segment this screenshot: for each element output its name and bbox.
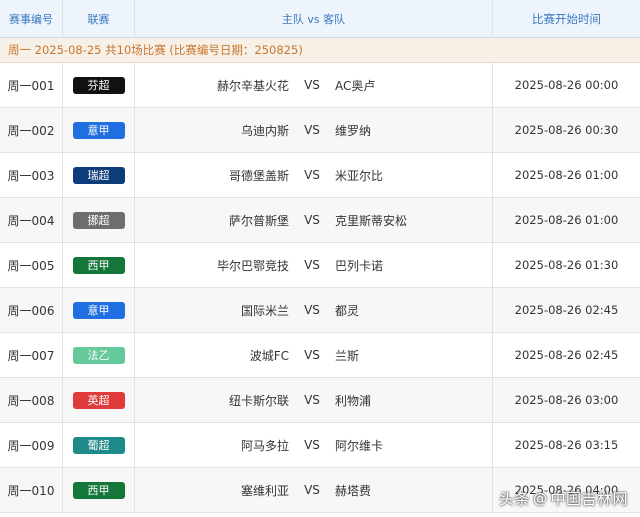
match-id: 周一002 [7, 123, 55, 138]
vs-label: VS [304, 438, 320, 452]
match-id: 周一004 [7, 213, 55, 228]
league-badge[interactable]: 西甲 [72, 481, 125, 499]
vs-label: VS [304, 348, 320, 362]
table-row[interactable]: 周一006 意甲 国际米兰 VS 都灵 2025-08-26 02:45 [0, 288, 640, 333]
away-team[interactable]: 都灵 [327, 302, 492, 319]
teams-cell: 纽卡斯尔联 VS 利物浦 [134, 378, 492, 422]
start-time: 2025-08-26 03:00 [492, 378, 640, 422]
league-cell: 挪超 [62, 198, 134, 242]
match-id: 周一001 [7, 78, 55, 93]
vs-label: VS [304, 78, 320, 92]
watermark: 头条 @ 中国吉林网 [499, 488, 628, 509]
start-time: 2025-08-26 02:45 [492, 288, 640, 332]
start-time: 2025-08-26 00:00 [492, 63, 640, 107]
league-badge[interactable]: 葡超 [72, 436, 125, 454]
league-badge[interactable]: 英超 [72, 391, 125, 409]
vs-label: VS [304, 483, 320, 497]
league-cell: 英超 [62, 378, 134, 422]
home-team[interactable]: 波城FC [135, 347, 297, 364]
away-team[interactable]: 米亚尔比 [327, 167, 492, 184]
away-team[interactable]: 克里斯蒂安松 [327, 212, 492, 229]
home-team[interactable]: 乌迪内斯 [135, 122, 297, 139]
teams-cell: 乌迪内斯 VS 维罗纳 [134, 108, 492, 152]
table-header: 赛事编号 联赛 主队 vs 客队 比赛开始时间 [0, 0, 640, 38]
teams-cell: 国际米兰 VS 都灵 [134, 288, 492, 332]
league-cell: 西甲 [62, 243, 134, 287]
vs-label: VS [304, 213, 320, 227]
header-league: 联赛 [62, 0, 134, 37]
home-team[interactable]: 塞维利亚 [135, 482, 297, 499]
league-cell: 法乙 [62, 333, 134, 377]
vs-label: VS [304, 303, 320, 317]
league-badge[interactable]: 意甲 [72, 121, 125, 139]
teams-cell: 毕尔巴鄂竞技 VS 巴列卡诺 [134, 243, 492, 287]
header-match-id: 赛事编号 [9, 12, 53, 26]
home-team[interactable]: 纽卡斯尔联 [135, 392, 297, 409]
match-id: 周一003 [7, 168, 55, 183]
away-team[interactable]: 维罗纳 [327, 122, 492, 139]
away-team[interactable]: 利物浦 [327, 392, 492, 409]
start-time: 2025-08-26 02:45 [492, 333, 640, 377]
away-team[interactable]: 兰斯 [327, 347, 492, 364]
home-team[interactable]: 毕尔巴鄂竞技 [135, 257, 297, 274]
date-info-bar: 周一 2025-08-25 共10场比赛 (比赛编号日期：250825) [0, 38, 640, 63]
league-cell: 葡超 [62, 423, 134, 467]
table-row[interactable]: 周一009 葡超 阿马多拉 VS 阿尔维卡 2025-08-26 03:15 [0, 423, 640, 468]
header-start-time: 比赛开始时间 [492, 0, 640, 37]
table-row[interactable]: 周一008 英超 纽卡斯尔联 VS 利物浦 2025-08-26 03:00 [0, 378, 640, 423]
header-teams: 主队 vs 客队 [134, 0, 492, 37]
match-id: 周一010 [7, 483, 55, 498]
teams-cell: 塞维利亚 VS 赫塔费 [134, 468, 492, 512]
league-cell: 芬超 [62, 63, 134, 107]
home-team[interactable]: 哥德堡盖斯 [135, 167, 297, 184]
table-row[interactable]: 周一005 西甲 毕尔巴鄂竞技 VS 巴列卡诺 2025-08-26 01:30 [0, 243, 640, 288]
league-cell: 西甲 [62, 468, 134, 512]
away-team[interactable]: 赫塔费 [327, 482, 492, 499]
league-cell: 意甲 [62, 288, 134, 332]
vs-label: VS [304, 258, 320, 272]
match-id: 周一009 [7, 438, 55, 453]
teams-cell: 萨尔普斯堡 VS 克里斯蒂安松 [134, 198, 492, 242]
league-badge[interactable]: 意甲 [72, 301, 125, 319]
teams-cell: 阿马多拉 VS 阿尔维卡 [134, 423, 492, 467]
start-time: 2025-08-26 01:00 [492, 198, 640, 242]
teams-cell: 赫尔辛基火花 VS AC奥卢 [134, 63, 492, 107]
match-id: 周一005 [7, 258, 55, 273]
home-team[interactable]: 国际米兰 [135, 302, 297, 319]
home-team[interactable]: 阿马多拉 [135, 437, 297, 454]
match-id: 周一006 [7, 303, 55, 318]
match-id: 周一008 [7, 393, 55, 408]
start-time: 2025-08-26 03:15 [492, 423, 640, 467]
home-team[interactable]: 萨尔普斯堡 [135, 212, 297, 229]
start-time: 2025-08-26 00:30 [492, 108, 640, 152]
league-badge[interactable]: 芬超 [72, 76, 125, 94]
league-badge[interactable]: 挪超 [72, 211, 125, 229]
table-row[interactable]: 周一007 法乙 波城FC VS 兰斯 2025-08-26 02:45 [0, 333, 640, 378]
away-team[interactable]: 阿尔维卡 [327, 437, 492, 454]
watermark-prefix: 头条 [498, 490, 530, 508]
league-badge[interactable]: 瑞超 [72, 166, 125, 184]
vs-label: VS [304, 168, 320, 182]
table-row[interactable]: 周一004 挪超 萨尔普斯堡 VS 克里斯蒂安松 2025-08-26 01:00 [0, 198, 640, 243]
away-team[interactable]: 巴列卡诺 [327, 257, 492, 274]
vs-label: VS [304, 393, 320, 407]
table-row[interactable]: 周一002 意甲 乌迪内斯 VS 维罗纳 2025-08-26 00:30 [0, 108, 640, 153]
league-cell: 意甲 [62, 108, 134, 152]
start-time: 2025-08-26 01:00 [492, 153, 640, 197]
league-badge[interactable]: 西甲 [72, 256, 125, 274]
match-id: 周一007 [7, 348, 55, 363]
vs-label: VS [304, 123, 320, 137]
start-time: 2025-08-26 01:30 [492, 243, 640, 287]
table-row[interactable]: 周一001 芬超 赫尔辛基火花 VS AC奥卢 2025-08-26 00:00 [0, 63, 640, 108]
table-row[interactable]: 周一003 瑞超 哥德堡盖斯 VS 米亚尔比 2025-08-26 01:00 [0, 153, 640, 198]
league-cell: 瑞超 [62, 153, 134, 197]
watermark-name: 中国吉林网 [550, 490, 628, 508]
home-team[interactable]: 赫尔辛基火花 [135, 77, 297, 94]
teams-cell: 波城FC VS 兰斯 [134, 333, 492, 377]
watermark-at: @ [532, 490, 548, 507]
away-team[interactable]: AC奥卢 [327, 77, 492, 94]
league-badge[interactable]: 法乙 [72, 346, 125, 364]
teams-cell: 哥德堡盖斯 VS 米亚尔比 [134, 153, 492, 197]
